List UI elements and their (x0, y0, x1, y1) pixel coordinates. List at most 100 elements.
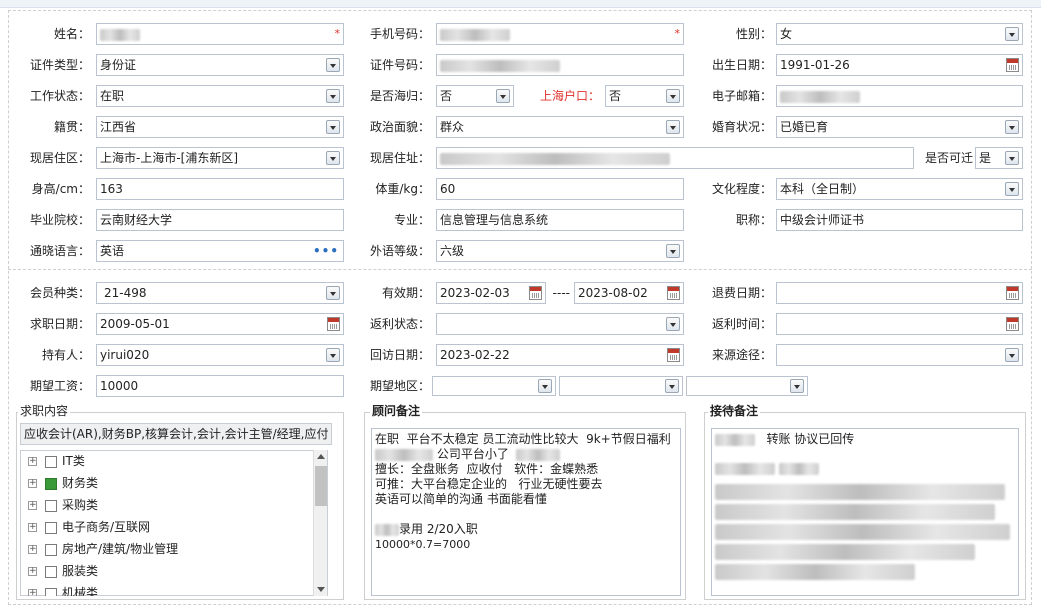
address-input[interactable] (436, 147, 914, 169)
id-type-value: 身份证 (100, 58, 137, 72)
chevron-down-icon[interactable] (326, 348, 340, 362)
plus-icon[interactable]: + (28, 479, 37, 488)
phone-input[interactable]: * (436, 23, 684, 45)
phone-label: 手机号码： (369, 27, 430, 41)
plus-icon[interactable]: + (28, 589, 37, 596)
tree-item-purchasing[interactable]: + 采购类 (28, 494, 98, 516)
calendar-icon[interactable] (667, 286, 680, 300)
rebate-time-input[interactable] (776, 313, 1023, 335)
area-district-select[interactable] (686, 376, 808, 396)
chevron-down-icon[interactable] (666, 317, 680, 331)
major-value: 信息管理与信息系统 (440, 213, 549, 227)
ellipsis-icon[interactable]: ••• (313, 241, 339, 261)
plus-icon[interactable]: + (28, 457, 37, 466)
source-select[interactable] (776, 344, 1023, 366)
major-input[interactable]: 信息管理与信息系统 (436, 209, 684, 231)
scroll-thumb[interactable] (315, 466, 327, 506)
marital-select[interactable]: 已婚已育 (776, 116, 1023, 138)
refund-date-input[interactable] (776, 282, 1023, 304)
gender-select[interactable]: 女 (776, 23, 1023, 45)
plus-icon[interactable]: + (28, 545, 37, 554)
plus-icon[interactable]: + (28, 567, 37, 576)
email-input[interactable] (776, 85, 1023, 107)
reception-notes-textarea[interactable]: 转账 协议已回传 (711, 428, 1019, 596)
checkbox-icon[interactable] (45, 543, 57, 556)
chevron-down-icon[interactable] (1005, 27, 1019, 41)
chevron-down-icon[interactable] (326, 89, 340, 103)
tree-scrollbar[interactable] (313, 450, 327, 596)
language-level-value: 六级 (440, 244, 465, 258)
title-input[interactable]: 中级会计师证书 (776, 209, 1023, 231)
scroll-up-icon[interactable] (317, 454, 325, 459)
calendar-icon[interactable] (667, 348, 680, 362)
residence-area-select[interactable]: 上海市-上海市-[浦东新区] (96, 147, 344, 169)
checkbox-icon[interactable] (45, 587, 57, 596)
tree-item-machinery[interactable]: + 机械类 (28, 582, 98, 596)
weight-input[interactable]: 60 (436, 178, 684, 200)
calendar-icon[interactable] (327, 317, 340, 331)
tree-item-real-estate[interactable]: + 房地产/建筑/物业管理 (28, 538, 178, 560)
job-date-input[interactable]: 2009-05-01 (96, 313, 344, 335)
tree-item-apparel[interactable]: + 服装类 (28, 560, 98, 582)
language-level-select[interactable]: 六级 (436, 240, 684, 262)
height-input[interactable]: 163 (96, 178, 344, 200)
advisor-note-line: 擅长：全盘账务 应收付 软件：金蝶熟悉 (375, 462, 599, 476)
job-content-selected[interactable]: 应收会计(AR),财务BP,核算会计,会计,会计主管/经理,应付 (20, 423, 332, 445)
chevron-down-icon[interactable] (666, 89, 680, 103)
calendar-icon[interactable] (1006, 286, 1019, 300)
chevron-down-icon[interactable] (326, 151, 340, 165)
political-select[interactable]: 群众 (436, 116, 684, 138)
id-number-input[interactable] (436, 54, 684, 76)
checkbox-icon[interactable] (45, 521, 57, 534)
education-select[interactable]: 本科（全日制） (776, 178, 1023, 200)
chevron-down-icon[interactable] (1005, 348, 1019, 362)
rebate-status-select[interactable] (436, 313, 684, 335)
chevron-down-icon[interactable] (496, 89, 510, 103)
holder-select[interactable]: yirui020 (96, 344, 344, 366)
work-status-select[interactable]: 在职 (96, 85, 344, 107)
tree-item-it[interactable]: + IT类 (28, 450, 85, 472)
overseas-select[interactable]: 否 (436, 85, 514, 107)
advisor-notes-textarea[interactable]: 在职 平台不太稳定 员工流动性比较大 9k+节假日福利 公司平台小了 擅长：全盘… (371, 428, 681, 596)
calendar-icon[interactable] (1006, 317, 1019, 331)
chevron-down-icon[interactable] (790, 379, 804, 393)
checkbox-icon[interactable] (45, 565, 57, 578)
chevron-down-icon[interactable] (538, 379, 552, 393)
area-city-select[interactable] (559, 376, 683, 396)
checkbox-icon[interactable] (45, 455, 57, 468)
relocate-select[interactable]: 是 (975, 147, 1023, 169)
chevron-down-icon[interactable] (666, 244, 680, 258)
native-place-select[interactable]: 江西省 (96, 116, 344, 138)
chevron-down-icon[interactable] (1005, 182, 1019, 196)
calendar-icon[interactable] (1006, 58, 1019, 72)
plus-icon[interactable]: + (28, 501, 37, 510)
scroll-down-icon[interactable] (317, 587, 325, 592)
political-label: 政治面貌： (369, 120, 430, 134)
blurred-text (516, 448, 561, 461)
chevron-down-icon[interactable] (1005, 151, 1019, 165)
valid-to-input[interactable]: 2023-08-02 (574, 282, 684, 304)
chevron-down-icon[interactable] (326, 286, 340, 300)
blurred-id-number (440, 59, 560, 72)
plus-icon[interactable]: + (28, 523, 37, 532)
tree-item-ecommerce[interactable]: + 电子商务/互联网 (28, 516, 150, 538)
salary-input[interactable]: 10000 (96, 375, 344, 397)
visit-date-input[interactable]: 2023-02-22 (436, 344, 684, 366)
name-input[interactable]: * (96, 23, 344, 45)
id-type-select[interactable]: 身份证 (96, 54, 344, 76)
language-input[interactable]: 英语 ••• (96, 240, 344, 262)
checkbox-icon[interactable] (45, 499, 57, 512)
blurred-text (778, 462, 819, 475)
chevron-down-icon[interactable] (326, 58, 340, 72)
chevron-down-icon[interactable] (326, 120, 340, 134)
tree-item-finance[interactable]: + 财务类 (28, 472, 98, 494)
checkbox-icon[interactable] (45, 477, 57, 490)
birth-date-input[interactable]: 1991-01-26 (776, 54, 1023, 76)
area-province-select[interactable] (432, 376, 556, 396)
chevron-down-icon[interactable] (665, 379, 679, 393)
member-type-select[interactable]: 21-498 (96, 282, 344, 304)
chevron-down-icon[interactable] (1005, 120, 1019, 134)
school-input[interactable]: 云南财经大学 (96, 209, 344, 231)
chevron-down-icon[interactable] (666, 120, 680, 134)
shanghai-hukou-select[interactable]: 否 (605, 85, 684, 107)
